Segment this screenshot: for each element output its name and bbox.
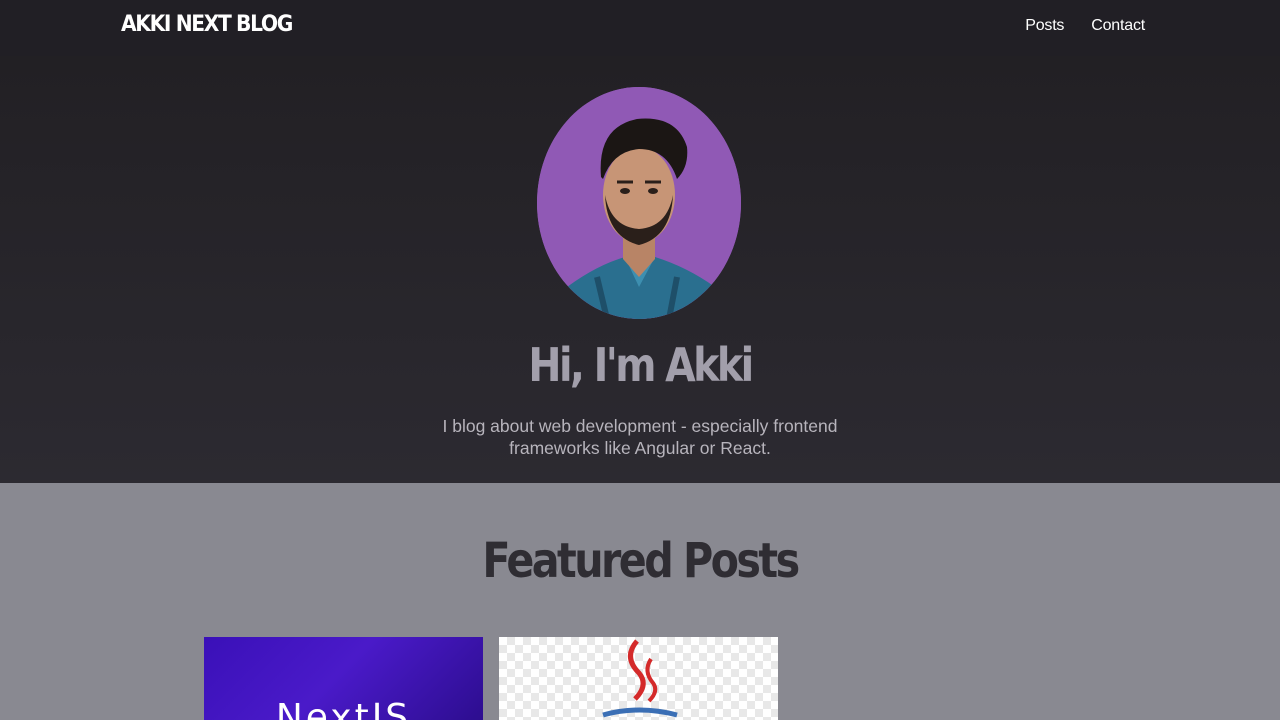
hero-title: Hi, I'm Akki	[528, 338, 754, 392]
hero-section: Hi, I'm Akki I blog about web developmen…	[0, 56, 1280, 483]
site-logo[interactable]: AKKI NEXT BLOG	[121, 12, 293, 37]
featured-posts-title: Featured Posts	[482, 533, 800, 589]
nextjs-logo-icon: NextJS	[275, 697, 412, 720]
post-card-java[interactable]	[499, 637, 778, 720]
person-photo-icon	[537, 87, 741, 319]
hero-description: I blog about web development - especiall…	[442, 416, 838, 458]
post-card-nextjs[interactable]: NextJS	[204, 637, 483, 720]
main-nav: Posts Contact	[1025, 17, 1145, 35]
page: AKKI NEXT BLOG Posts Contact Hi, I'm Akk…	[0, 0, 1280, 720]
nav-link-posts[interactable]: Posts	[1025, 17, 1064, 35]
java-logo-icon	[602, 639, 678, 718]
avatar	[537, 87, 741, 319]
nav-link-contact[interactable]: Contact	[1091, 17, 1145, 35]
site-header: AKKI NEXT BLOG Posts Contact	[0, 0, 1280, 56]
